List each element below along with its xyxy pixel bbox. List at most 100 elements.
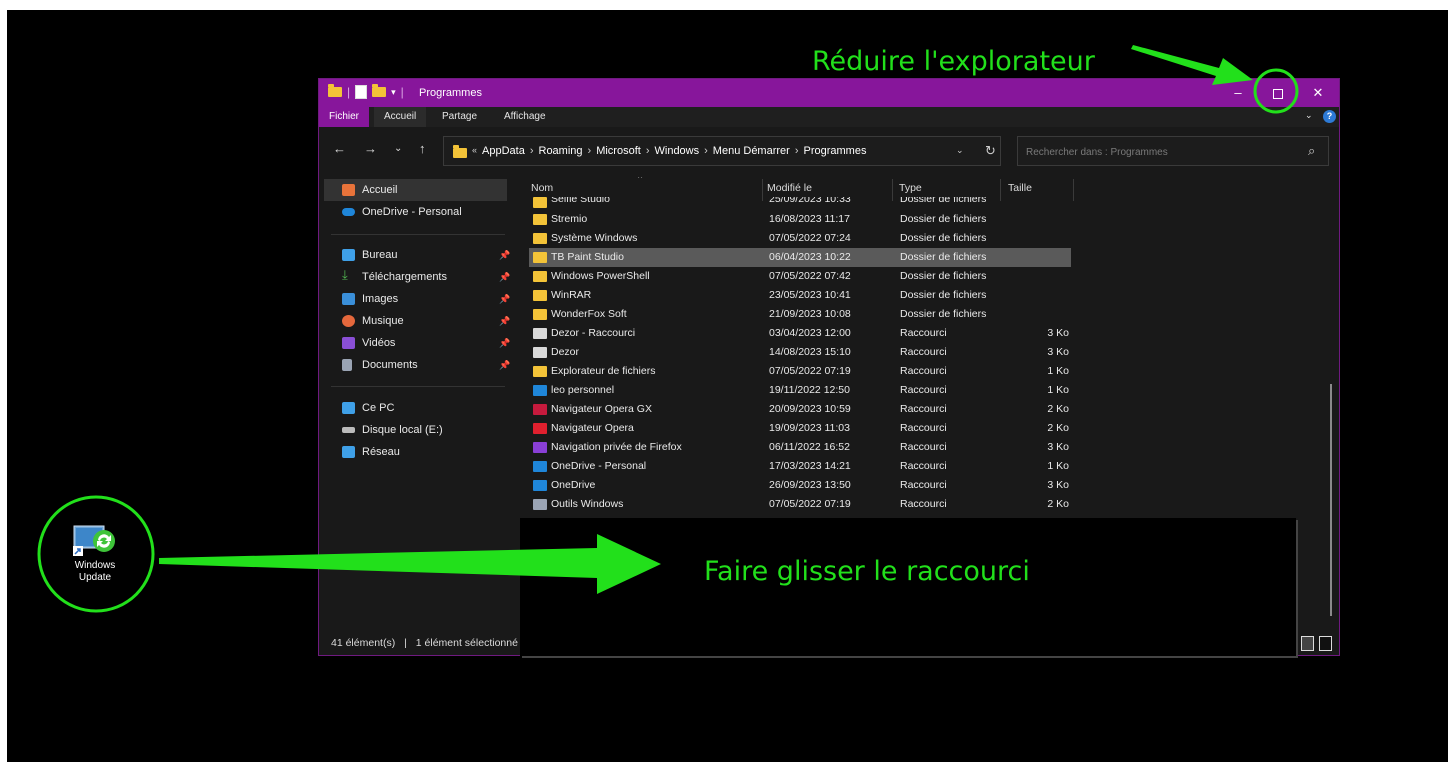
folder-icon (533, 271, 547, 282)
title-bar[interactable]: | ▾ | Programmes – ✕ (319, 79, 1339, 107)
table-row[interactable]: TB Paint Studio 06/04/2023 10:22 Dossier d… (529, 248, 1071, 267)
file-size: 3 Ko (1047, 479, 1069, 491)
sidebar-item-label: Images (362, 293, 399, 305)
new-folder-icon[interactable] (372, 84, 387, 97)
file-type: Raccourci (900, 422, 947, 434)
column-header-type[interactable]: Type (899, 182, 922, 194)
breadcrumb-menu-demarrer[interactable]: Menu Démarrer (713, 145, 790, 157)
sidebar-item-disque-local[interactable]: Disque local (E:) (324, 419, 507, 441)
windows-update-shortcut[interactable] (72, 524, 118, 558)
file-type: Dossier de fichiers (900, 308, 987, 320)
table-row[interactable]: Système Windows 07/05/2022 07:24 Dossier d… (529, 229, 1071, 248)
file-size: 3 Ko (1047, 441, 1069, 453)
table-row[interactable]: Dezor - Raccourci 03/04/2023 12:00 Raccour… (529, 324, 1071, 343)
table-row[interactable]: OneDrive 26/09/2023 13:50 Raccourci 3 Ko (529, 476, 1071, 495)
file-name: Windows PowerShell (551, 270, 650, 282)
navigation-bar: ← → ⌄ ↑ « AppData › Roaming › Microsoft … (319, 127, 1339, 177)
file-size: 3 Ko (1047, 346, 1069, 358)
table-row[interactable]: WinRAR 23/05/2023 10:41 Dossier de fichier… (529, 286, 1071, 305)
shortcut-icon (533, 328, 547, 339)
tab-accueil[interactable]: Accueil (374, 107, 427, 127)
address-bar[interactable]: « AppData › Roaming › Microsoft › Window… (443, 136, 1001, 166)
properties-icon[interactable] (355, 85, 368, 99)
pin-icon[interactable]: 📌 (499, 244, 510, 266)
sidebar-item-reseau[interactable]: Réseau (324, 441, 507, 463)
table-row[interactable]: Outils Windows 07/05/2022 07:19 Raccourci 2… (529, 495, 1071, 514)
forward-arrow-icon[interactable]: → (364, 141, 377, 156)
column-header-name[interactable]: Nom (531, 182, 553, 194)
pin-icon[interactable]: 📌 (499, 310, 510, 332)
table-row[interactable]: OneDrive - Personal 17/03/2023 14:21 Racco… (529, 457, 1071, 476)
table-row[interactable]: WonderFox Soft 21/09/2023 10:08 Dossier de… (529, 305, 1071, 324)
table-row[interactable]: Stremio 16/08/2023 11:17 Dossier de fichie… (529, 210, 1071, 229)
close-button[interactable]: ✕ (1295, 79, 1341, 107)
file-modified: 16/08/2023 11:17 (769, 213, 850, 225)
videos-icon (342, 337, 355, 349)
onedrive-icon (533, 480, 547, 491)
table-row[interactable]: Dezor 14/08/2023 15:10 Raccourci 3 Ko (529, 343, 1071, 362)
table-row[interactable]: Explorateur de fichiers 07/05/2022 07:19 R… (529, 362, 1071, 381)
search-input[interactable] (1018, 137, 1308, 167)
breadcrumb-windows[interactable]: Windows (655, 145, 700, 157)
item-count: 41 élément(s) (331, 637, 396, 649)
table-row[interactable]: Selfie Studio 25/09/2023 10:33 Dossier de … (529, 197, 1071, 210)
sidebar-item-accueil[interactable]: Accueil (324, 179, 507, 201)
column-header-size[interactable]: Taille (1008, 182, 1032, 194)
details-view-button[interactable] (1301, 636, 1314, 651)
network-icon (342, 446, 355, 458)
sidebar-item-bureau[interactable]: Bureau 📌 (324, 244, 510, 266)
sidebar-item-images[interactable]: Images 📌 (324, 288, 510, 310)
documents-icon (342, 359, 352, 371)
search-icon[interactable]: ⌕ (1308, 143, 1315, 159)
column-divider[interactable] (1073, 179, 1074, 201)
table-row[interactable]: Navigation privée de Firefox 06/11/2022 1… (529, 438, 1071, 457)
breadcrumb-programmes[interactable]: Programmes (804, 145, 867, 157)
file-size: 1 Ko (1047, 384, 1069, 396)
onedrive-icon (533, 385, 547, 396)
sidebar-item-telechargements[interactable]: ⤓ Téléchargements 📌 (324, 266, 510, 288)
breadcrumb-microsoft[interactable]: Microsoft (596, 145, 641, 157)
sidebar-item-label: Ce PC (362, 402, 395, 414)
refresh-icon[interactable]: ↻ (985, 143, 996, 159)
toolbar-divider: | (400, 85, 404, 99)
table-row[interactable]: Navigateur Opera GX 20/09/2023 10:59 Racco… (529, 400, 1071, 419)
expand-ribbon-icon[interactable]: ⌄ (1305, 110, 1313, 121)
windows-update-icon (73, 525, 115, 556)
windows-update-label[interactable]: Windows Update (60, 560, 130, 584)
shortcut-icon (533, 347, 547, 358)
up-arrow-icon[interactable]: ↑ (419, 141, 426, 156)
sidebar-item-musique[interactable]: Musique 📌 (324, 310, 510, 332)
sidebar-item-onedrive[interactable]: OneDrive - Personal (324, 201, 507, 223)
folder-icon (533, 290, 547, 301)
tab-affichage[interactable]: Affichage (494, 107, 556, 127)
sidebar-item-documents[interactable]: Documents 📌 (324, 354, 510, 376)
pin-icon[interactable]: 📌 (499, 332, 510, 354)
tab-partage[interactable]: Partage (432, 107, 487, 127)
address-dropdown-icon[interactable]: ⌄ (956, 145, 964, 156)
file-type: Raccourci (900, 384, 947, 396)
help-icon[interactable]: ? (1323, 110, 1336, 123)
back-arrow-icon[interactable]: ← (333, 141, 346, 156)
breadcrumb-separator: › (529, 145, 534, 157)
recent-locations-icon[interactable]: ⌄ (394, 143, 402, 154)
table-row[interactable]: Windows PowerShell 07/05/2022 07:42 Dossie… (529, 267, 1071, 286)
tab-fichier[interactable]: Fichier (319, 107, 370, 127)
quick-access-toolbar: | ▾ | (328, 84, 404, 99)
sidebar-item-ce-pc[interactable]: Ce PC (324, 397, 507, 419)
column-header-modified[interactable]: Modifié le (767, 182, 812, 194)
pin-icon[interactable]: 📌 (499, 288, 510, 310)
large-icons-view-button[interactable] (1319, 636, 1332, 651)
breadcrumb-overflow[interactable]: « (472, 145, 477, 157)
breadcrumb-roaming[interactable]: Roaming (539, 145, 583, 157)
table-row[interactable]: leo personnel 19/11/2022 12:50 Raccourci 1 … (529, 381, 1071, 400)
file-name: Stremio (551, 213, 588, 225)
pin-icon[interactable]: 📌 (499, 354, 510, 376)
file-type: Dossier de fichiers (900, 270, 987, 282)
pin-icon[interactable]: 📌 (499, 266, 510, 288)
vertical-scrollbar[interactable] (1330, 384, 1332, 616)
file-modified: 20/09/2023 10:59 (769, 403, 851, 415)
customize-toolbar-icon[interactable]: ▾ (391, 87, 396, 98)
breadcrumb-appdata[interactable]: AppData (482, 145, 525, 157)
sidebar-item-videos[interactable]: Vidéos 📌 (324, 332, 510, 354)
table-row[interactable]: Navigateur Opera 19/09/2023 11:03 Raccourc… (529, 419, 1071, 438)
